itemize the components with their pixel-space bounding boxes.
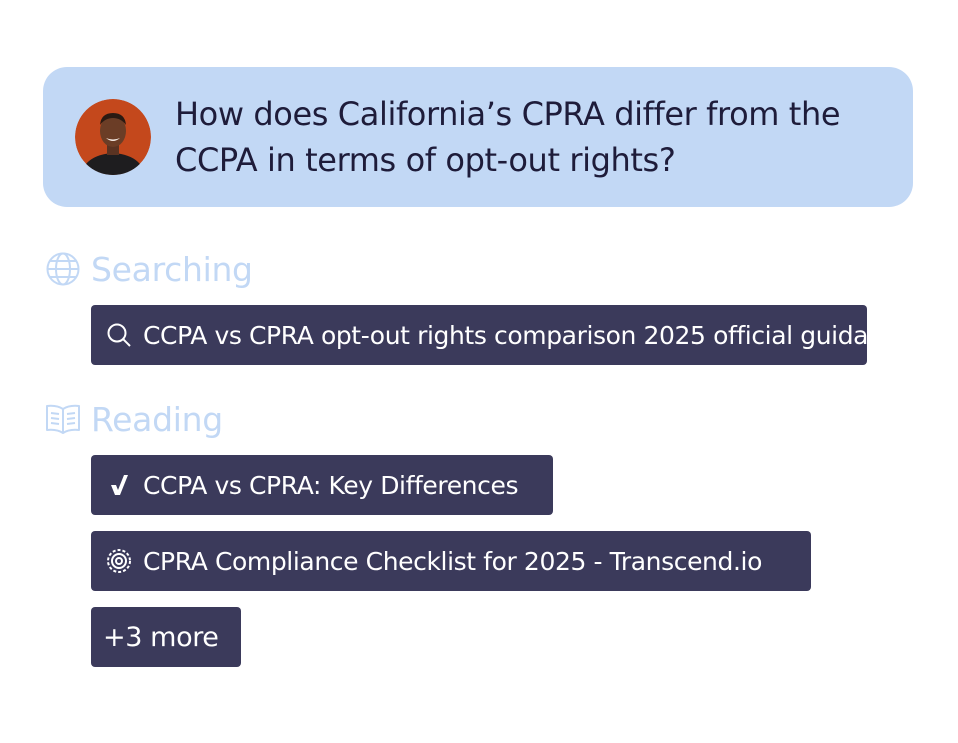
transcend-logo-icon	[105, 547, 133, 575]
source-title: CPRA Compliance Checklist for 2025 - Tra…	[143, 546, 762, 576]
source-title: CCPA vs CPRA: Key Differences	[143, 470, 519, 500]
source-chip[interactable]: CCPA vs CPRA: Key Differences	[91, 455, 553, 515]
globe-icon	[45, 251, 81, 287]
search-icon	[105, 321, 133, 349]
search-query-chip[interactable]: CCPA vs CPRA opt-out rights comparison 2…	[91, 305, 867, 365]
checkmark-logo-icon	[105, 471, 133, 499]
more-sources-button[interactable]: +3 more	[91, 607, 241, 667]
searching-section-label: Searching	[45, 249, 253, 289]
user-avatar	[75, 99, 151, 175]
more-sources-label: +3 more	[103, 621, 219, 653]
reading-label: Reading	[91, 399, 223, 439]
question-text: How does California’s CPRA differ from t…	[175, 95, 841, 179]
book-icon	[45, 401, 81, 437]
question-card: How does California’s CPRA differ from t…	[43, 67, 913, 207]
search-query-text: CCPA vs CPRA opt-out rights comparison 2…	[143, 320, 867, 350]
searching-label: Searching	[91, 249, 253, 289]
reading-section-label: Reading	[45, 399, 223, 439]
source-chip[interactable]: CPRA Compliance Checklist for 2025 - Tra…	[91, 531, 811, 591]
